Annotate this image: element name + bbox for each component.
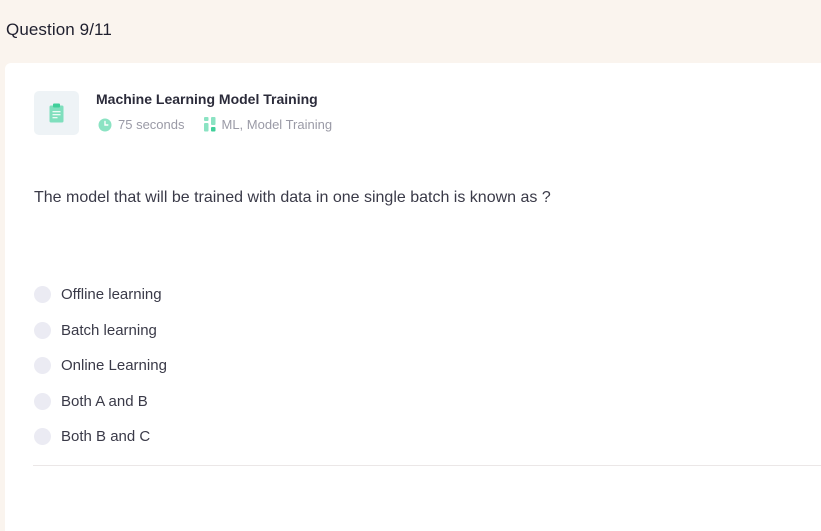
radio-button[interactable] [34, 286, 51, 304]
option-label: Batch learning [61, 321, 157, 339]
quiz-title: Machine Learning Model Training [96, 91, 318, 107]
quiz-meta: 75 seconds ML, Model Training [98, 117, 332, 132]
question-card: Machine Learning Model Training 75 secon… [5, 63, 821, 531]
answer-option[interactable]: Online Learning [34, 348, 167, 384]
answer-option[interactable]: Offline learning [34, 277, 167, 313]
category-icon [203, 117, 215, 132]
radio-button[interactable] [34, 357, 51, 375]
divider [33, 465, 821, 466]
answer-options: Offline learning Batch learning Online L… [34, 277, 167, 455]
clipboard-icon [49, 103, 64, 123]
tags-text: ML, Model Training [221, 117, 333, 132]
radio-button[interactable] [34, 321, 51, 339]
question-text: The model that will be trained with data… [34, 189, 551, 206]
duration-info: 75 seconds [98, 117, 185, 132]
top-bar: Question 9/11 [0, 0, 821, 62]
radio-button[interactable] [34, 428, 51, 446]
answer-option[interactable]: Batch learning [34, 313, 167, 349]
answer-option[interactable]: Both A and B [34, 384, 167, 420]
duration-text: 75 seconds [118, 117, 185, 132]
option-label: Online Learning [61, 357, 167, 375]
option-label: Offline learning [61, 286, 162, 304]
tags-info: ML, Model Training [203, 117, 333, 132]
answer-option[interactable]: Both B and C [34, 419, 167, 455]
clock-icon [98, 118, 112, 131]
option-label: Both B and C [61, 428, 151, 446]
radio-button[interactable] [34, 392, 51, 410]
option-label: Both A and B [61, 392, 148, 410]
question-counter: Question 9/11 [6, 20, 112, 39]
quiz-icon-tile [34, 91, 79, 135]
